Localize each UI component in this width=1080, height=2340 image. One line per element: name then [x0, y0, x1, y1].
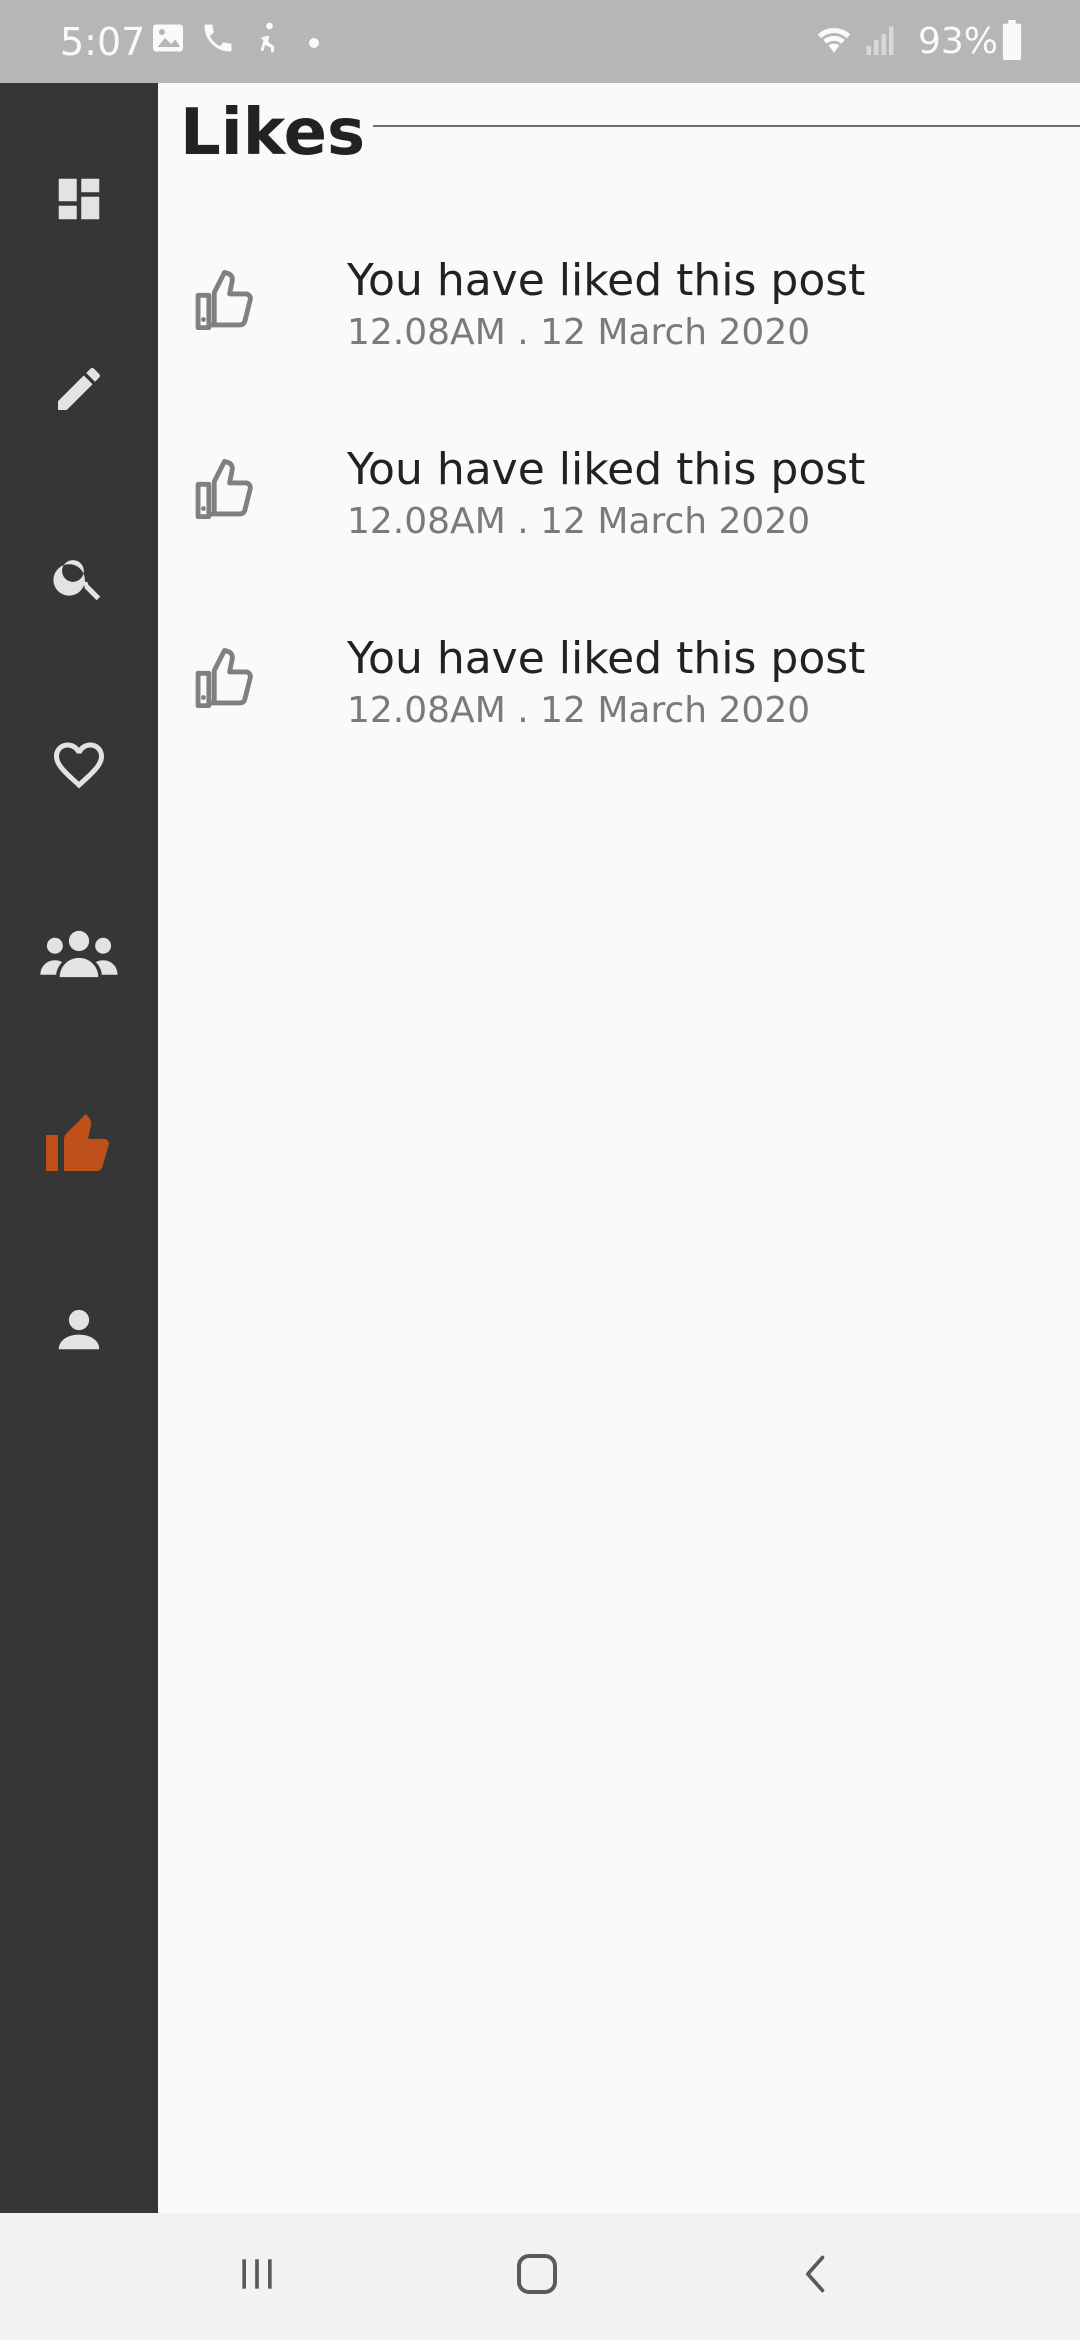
- status-bar: 5:07 93%: [0, 0, 1080, 83]
- like-description: You have liked this post: [347, 255, 866, 306]
- main-content: Likes You have liked this post 12.08AM .…: [158, 83, 1080, 2213]
- nav-item-edit[interactable]: [0, 329, 158, 449]
- heart-icon: [49, 735, 109, 795]
- like-item[interactable]: You have liked this post 12.08AM . 12 Ma…: [158, 412, 1080, 572]
- battery-icon: [1000, 20, 1040, 64]
- pencil-icon: [51, 361, 107, 417]
- nav-item-likes[interactable]: [0, 1081, 158, 1201]
- home-button[interactable]: [492, 2241, 582, 2311]
- page-title: Likes: [180, 96, 366, 170]
- like-item[interactable]: You have liked this post 12.08AM . 12 Ma…: [158, 223, 1080, 383]
- wifi-icon: [812, 20, 852, 64]
- signal-icon: [862, 20, 902, 64]
- people-icon: [38, 923, 120, 983]
- dashboard-icon: [52, 172, 106, 226]
- dot-icon: [308, 34, 322, 48]
- recent-apps-button[interactable]: [212, 2241, 302, 2311]
- thumbs-up-outline-icon: [192, 641, 264, 713]
- thumbs-up-outline-icon: [192, 263, 264, 335]
- like-description: You have liked this post: [347, 444, 866, 495]
- nav-item-profile[interactable]: [0, 1269, 158, 1389]
- sidebar: [0, 83, 158, 2213]
- home-icon: [513, 2250, 561, 2302]
- nav-item-search[interactable]: [0, 517, 158, 637]
- nav-item-dashboard[interactable]: [0, 139, 158, 259]
- nav-item-groups[interactable]: [0, 893, 158, 1013]
- search-icon: [50, 548, 108, 606]
- recent-apps-icon: [235, 2252, 279, 2300]
- back-button[interactable]: [772, 2241, 862, 2311]
- like-description: You have liked this post: [347, 633, 866, 684]
- system-nav-bar: [0, 2213, 1080, 2340]
- status-time: 5:07: [60, 20, 146, 64]
- battery-percentage: 93%: [918, 21, 999, 62]
- accessibility-icon: [250, 20, 290, 64]
- like-timestamp: 12.08AM . 12 March 2020: [347, 690, 811, 731]
- nav-item-favorites[interactable]: [0, 705, 158, 825]
- like-timestamp: 12.08AM . 12 March 2020: [347, 312, 811, 353]
- like-timestamp: 12.08AM . 12 March 2020: [347, 501, 811, 542]
- person-icon: [52, 1302, 106, 1356]
- title-divider: [373, 125, 1080, 127]
- phone-icon: [200, 20, 240, 64]
- image-icon: [150, 20, 190, 64]
- back-icon: [795, 2252, 839, 2300]
- thumbs-up-icon: [41, 1105, 117, 1177]
- like-item[interactable]: You have liked this post 12.08AM . 12 Ma…: [158, 601, 1080, 761]
- thumbs-up-outline-icon: [192, 452, 264, 524]
